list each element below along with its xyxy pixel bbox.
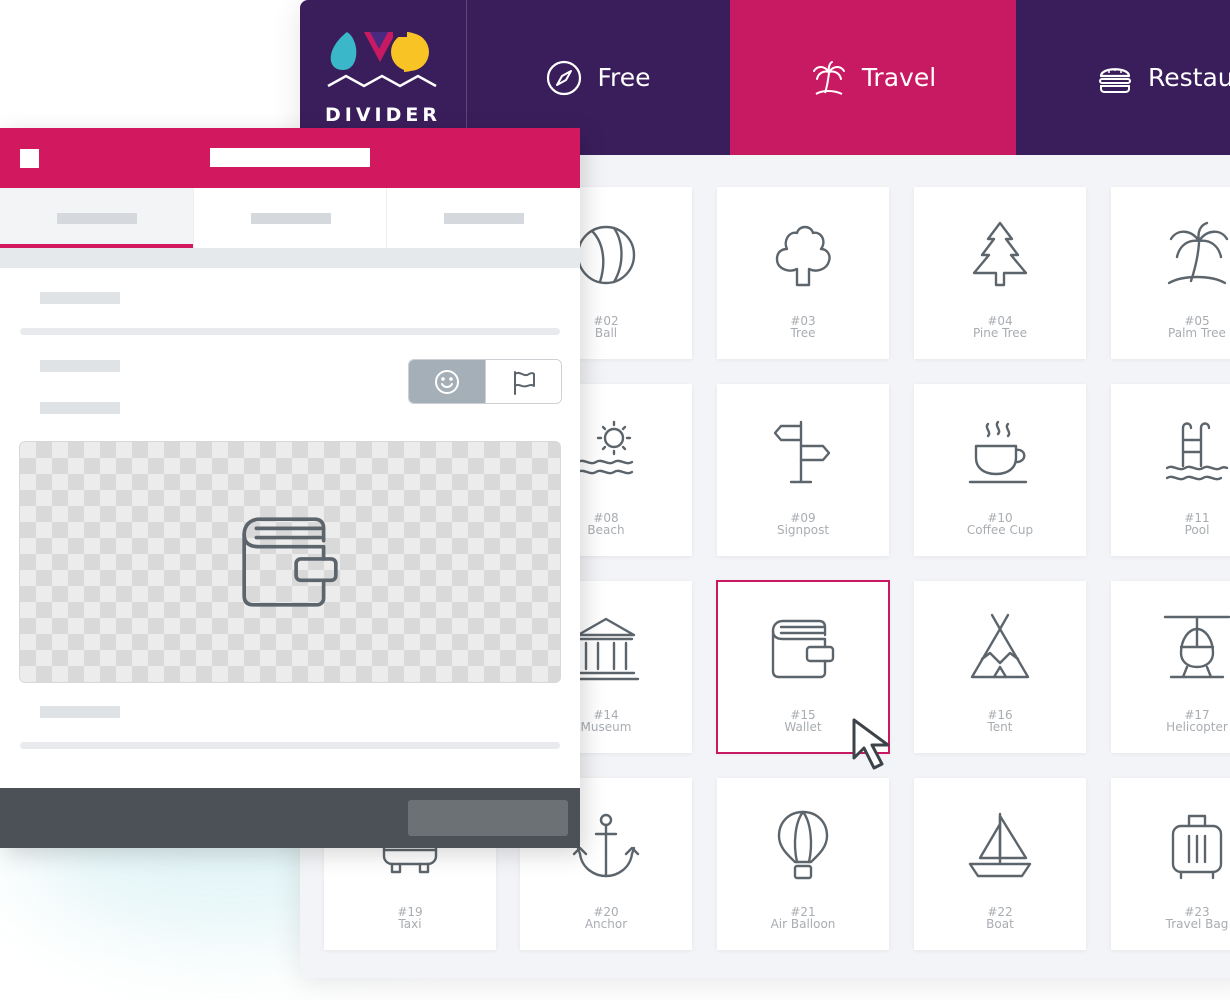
icon-card-boat[interactable]: #22 Boat (914, 778, 1086, 950)
flag-icon (514, 370, 535, 395)
icon-card-palm-tree[interactable]: #05 Palm Tree (1111, 187, 1230, 359)
logo-text: DIVIDER (325, 104, 441, 126)
icon-card-travel-bag[interactable]: #23 Travel Bag (1111, 778, 1230, 950)
tab-restaurant[interactable]: Restau (1016, 0, 1230, 155)
coffee-cup-icon (968, 420, 1028, 484)
menu-button[interactable] (20, 149, 39, 168)
label-placeholder (40, 402, 120, 414)
label-placeholder (40, 706, 120, 718)
icon-number: #11 (1184, 511, 1210, 525)
mouse-cursor-icon (852, 718, 890, 770)
icon-card-tent[interactable]: #16 Tent (914, 581, 1086, 753)
icon-card-signpost[interactable]: #09 Signpost (717, 384, 889, 556)
signpost-icon (773, 420, 831, 484)
icon-name: Tent (987, 720, 1013, 734)
toggle-option-none[interactable] (485, 360, 561, 403)
label-placeholder (40, 292, 120, 304)
icon-card-tree[interactable]: #03 Tree (717, 187, 889, 359)
icon-name: Taxi (398, 917, 422, 931)
ball-icon (576, 225, 636, 285)
icon-name: Pine Tree (972, 326, 1028, 340)
icon-type-toggle (408, 359, 562, 404)
tab-label-placeholder (443, 213, 524, 224)
icon-name: Anchor (584, 917, 628, 931)
tab-travel-label: Travel (861, 63, 937, 92)
boat-icon (968, 812, 1032, 878)
icon-name: Boat (986, 917, 1014, 931)
editor-tabs (0, 188, 580, 248)
tree-icon (775, 225, 831, 287)
icon-name: Pool (1184, 523, 1210, 537)
palm-tree-icon (1167, 221, 1229, 285)
icon-card-pine-tree[interactable]: #04 Pine Tree (914, 187, 1086, 359)
icon-name: Coffee Cup (966, 523, 1034, 537)
icon-preview[interactable] (19, 441, 561, 683)
toggle-option-icon[interactable] (409, 360, 485, 403)
icon-name: Helicopter (1166, 720, 1228, 734)
editor-header (0, 128, 580, 188)
tab-label-placeholder (250, 213, 331, 224)
wallet-icon (242, 517, 338, 607)
editor-footer (0, 788, 580, 848)
beach-icon (576, 420, 634, 475)
editor-title-placeholder (210, 148, 370, 167)
logo-icon (327, 31, 437, 88)
slider-track[interactable] (20, 328, 560, 335)
travel-bag-icon (1171, 814, 1223, 880)
tab-label-placeholder (56, 213, 137, 224)
icon-card-helicopter[interactable]: #17 Helicopter (1111, 581, 1230, 753)
pine-tree-icon (972, 221, 1028, 287)
tab-free-label: Free (597, 63, 651, 92)
editor-tab-content[interactable] (0, 188, 193, 248)
smiley-icon (435, 369, 459, 394)
editor-tab-style[interactable] (193, 188, 387, 248)
icon-name: Tree (790, 326, 816, 340)
burger-icon (1099, 67, 1131, 93)
icon-card-air-balloon[interactable]: #21 Air Balloon (717, 778, 889, 950)
update-button[interactable] (408, 800, 568, 836)
icon-name: Travel Bag (1165, 917, 1229, 931)
anchor-icon (572, 813, 640, 878)
pool-icon (1165, 422, 1229, 481)
tab-travel[interactable]: Travel (730, 0, 1016, 155)
museum-icon (572, 617, 640, 681)
palm-tree-icon (812, 60, 845, 95)
air-balloon-icon (777, 810, 829, 880)
section-divider (0, 248, 580, 268)
label-placeholder (40, 360, 120, 372)
icon-card-pool[interactable]: #11 Pool (1111, 384, 1230, 556)
editor-panel (0, 128, 580, 848)
wallet-icon (771, 619, 835, 679)
compass-icon (547, 60, 582, 95)
icon-name: Air Balloon (770, 917, 836, 931)
tab-restaurant-label: Restau (1148, 63, 1230, 92)
helicopter-icon (1163, 615, 1230, 679)
icon-card-coffee-cup[interactable]: #10 Coffee Cup (914, 384, 1086, 556)
editor-tab-advanced[interactable] (386, 188, 580, 248)
icon-name: Palm Tree (1168, 326, 1226, 340)
icon-name: Signpost (776, 523, 830, 537)
slider-track[interactable] (20, 742, 560, 749)
tent-icon (970, 613, 1030, 679)
